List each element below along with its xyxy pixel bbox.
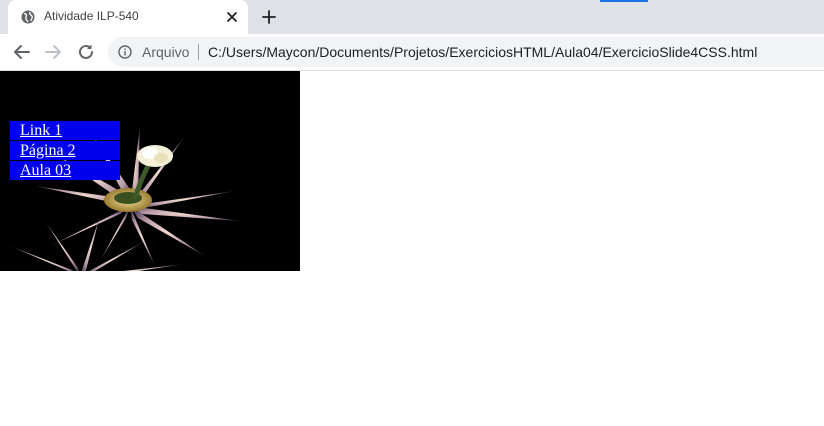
close-icon[interactable]: [225, 10, 239, 24]
active-tab[interactable]: Atividade ILP-540: [8, 0, 248, 34]
address-bar[interactable]: Arquivo C:/Users/Maycon/Documents/Projet…: [108, 37, 824, 67]
tabstrip-accent: [600, 0, 648, 2]
menu-link-aula-03[interactable]: Aula 03: [10, 161, 120, 180]
info-icon[interactable]: [118, 45, 132, 59]
browser-window: Atividade ILP-540 Arquivo C:/Users/Mayco…: [0, 0, 824, 426]
tab-strip: Atividade ILP-540: [0, 0, 824, 34]
forward-arrow-icon[interactable]: [43, 42, 63, 62]
tab-title: Atividade ILP-540: [44, 9, 139, 23]
address-divider: [198, 44, 199, 60]
toolbar: Arquivo C:/Users/Maycon/Documents/Projet…: [0, 34, 824, 71]
nav-menu: Link 1 Página 2 Aula 03: [10, 121, 120, 181]
plus-icon[interactable]: [261, 9, 277, 25]
globe-icon: [21, 10, 35, 24]
reload-icon[interactable]: [76, 42, 96, 62]
url-text[interactable]: C:/Users/Maycon/Documents/Projetos/Exerc…: [208, 44, 757, 60]
back-arrow-icon[interactable]: [12, 42, 32, 62]
menu-link-pagina-2[interactable]: Página 2: [10, 141, 120, 160]
scheme-label: Arquivo: [142, 44, 190, 60]
menu-link-1[interactable]: Link 1: [10, 121, 120, 140]
page-viewport: Link 1 Página 2 Aula 03: [0, 71, 824, 426]
